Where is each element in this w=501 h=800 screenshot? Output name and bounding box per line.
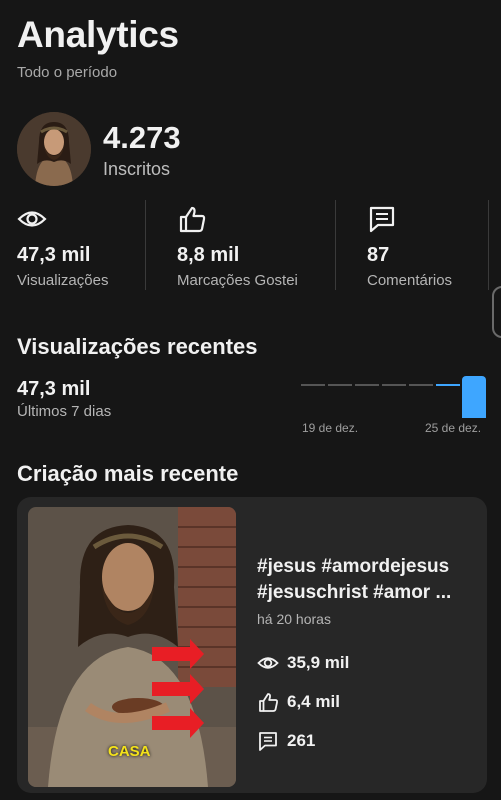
chart-bar xyxy=(301,384,325,386)
chart-bar xyxy=(382,384,406,386)
post-likes-value: 6,4 mil xyxy=(287,692,340,711)
post-comments-value: 261 xyxy=(287,731,316,750)
page-title: Analytics xyxy=(17,14,179,55)
post-time: há 20 horas xyxy=(257,611,331,627)
divider xyxy=(488,200,489,290)
channel-avatar[interactable] xyxy=(17,112,91,186)
post-views-value: 35,9 mil xyxy=(287,653,350,672)
subscribers-label: Inscritos xyxy=(103,159,171,179)
subscribers-count: 4.273 xyxy=(103,120,181,155)
chart-bar xyxy=(409,384,433,386)
chart-bar xyxy=(436,384,460,386)
recent-views-period: Últimos 7 dias xyxy=(17,403,112,420)
post-thumbnail[interactable]: CASA xyxy=(28,507,236,787)
thumbs-up-icon xyxy=(259,693,278,712)
stat-comments-label: Comentários xyxy=(367,272,453,289)
latest-creation-title: Criação mais recente xyxy=(17,461,239,486)
stat-views-label: Visualizações xyxy=(17,272,109,289)
post-title[interactable]: #jesus #amordejesus #jesuschrist #amor .… xyxy=(257,554,477,606)
comment-icon xyxy=(259,732,277,751)
chart-tick-start: 19 de dez. xyxy=(302,421,359,435)
period-label[interactable]: Todo o período xyxy=(17,64,117,81)
divider xyxy=(335,200,336,290)
thumbnail-caption: CASA xyxy=(108,743,151,760)
thumbs-up-icon xyxy=(179,206,206,233)
chart-bar xyxy=(328,384,352,386)
divider xyxy=(145,200,146,290)
scroll-right-handle[interactable] xyxy=(492,286,501,338)
chart-bar-highlight xyxy=(462,376,486,418)
comment-icon xyxy=(369,206,395,233)
stat-likes-label: Marcações Gostei xyxy=(177,272,298,289)
chart-bar xyxy=(355,384,379,386)
stat-likes-value: 8,8 mil xyxy=(177,244,240,266)
stat-comments-value: 87 xyxy=(367,244,390,266)
latest-creation-card[interactable]: CASA #jesus #amordejesus #jesuschrist #a… xyxy=(17,497,487,793)
recent-views-title: Visualizações recentes xyxy=(17,334,258,359)
eye-icon xyxy=(17,211,47,227)
eye-icon xyxy=(257,657,279,669)
chart-tick-end: 25 de dez. xyxy=(425,421,482,435)
recent-views-chart[interactable]: 19 de dez. 25 de dez. xyxy=(300,368,490,438)
recent-views-value: 47,3 mil xyxy=(17,378,91,400)
stat-views-value: 47,3 mil xyxy=(17,244,91,266)
